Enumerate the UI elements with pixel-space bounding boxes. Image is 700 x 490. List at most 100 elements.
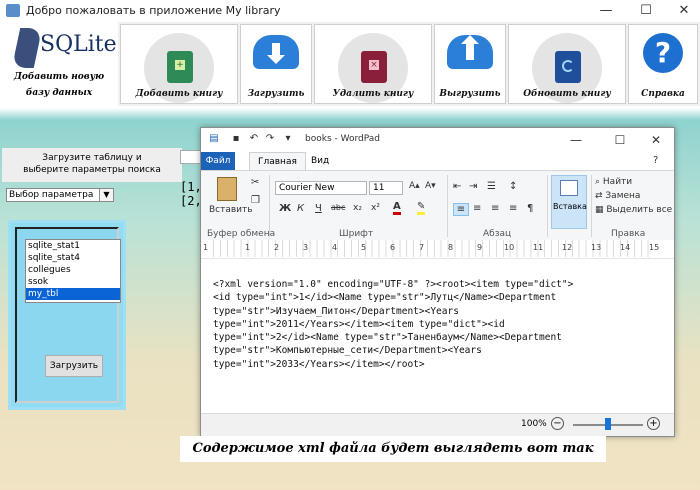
delete-book-button[interactable]: × Удалить книгу	[314, 24, 432, 104]
add-book-label: Добавить книгу	[135, 89, 223, 99]
wordpad-minimize-button[interactable]: —	[561, 130, 591, 150]
delete-book-label: Удалить книгу	[332, 89, 414, 99]
strikethrough-button[interactable]: abc	[331, 203, 345, 212]
zoom-in-button[interactable]: +	[647, 417, 660, 430]
line-spacing-icon[interactable]: ↕	[509, 181, 517, 192]
font-name-value: Courier New	[279, 183, 335, 193]
instruction-line2: выберите параметры поиска	[23, 165, 161, 175]
title-bar: Добро пожаловать в приложение My library…	[0, 0, 700, 23]
maximize-button[interactable]: ☐	[630, 0, 662, 22]
document-content[interactable]: <?xml version="1.0" encoding="UTF-8" ?><…	[213, 278, 663, 371]
highlight-icon[interactable]: ✎	[417, 201, 426, 215]
delete-book-icon: ×	[361, 51, 387, 83]
italic-button[interactable]: К	[297, 203, 304, 214]
app-icon	[6, 4, 20, 17]
font-color-icon[interactable]: A	[393, 201, 401, 215]
grow-font-icon[interactable]: A▴	[409, 181, 420, 191]
parameter-select-value: Выбор параметра	[9, 190, 94, 200]
font-name-box[interactable]: Courier New	[275, 181, 367, 195]
export-button[interactable]: Выгрузить	[434, 24, 506, 104]
app-toolbar: SQLite Добавить новую базу данных + Доба…	[0, 22, 700, 106]
subscript-button[interactable]: x₂	[353, 203, 362, 213]
tab-view[interactable]: Вид	[303, 152, 337, 170]
wordpad-window: ▤ ▪ ↶ ↷ ▾ books - WordPad — ☐ ✕ Файл Гла…	[200, 127, 675, 437]
table-panel-inner: sqlite_stat1 sqlite_stat4 collegues ssok…	[15, 227, 121, 403]
list-item-selected[interactable]: my_tbl	[26, 288, 120, 300]
wordpad-tabs: Файл Главная Вид ?	[201, 152, 674, 171]
upload-label: Загрузить	[247, 89, 305, 99]
superscript-button[interactable]: x²	[371, 203, 380, 213]
cut-icon[interactable]: ✂	[251, 177, 259, 188]
list-item[interactable]: sqlite_stat4	[26, 252, 120, 264]
quick-access-menu-icon[interactable]: ▾	[281, 132, 295, 146]
edit-group-label: Правка	[611, 229, 646, 239]
clipboard-group-label: Буфер обмена	[207, 229, 276, 239]
list-item[interactable]: ssok	[26, 276, 120, 288]
add-book-icon: +	[167, 51, 193, 83]
justify-icon[interactable]: ≡	[509, 203, 517, 214]
caption: Содержимое xml файла будет выглядеть вот…	[180, 436, 606, 462]
list-item[interactable]: sqlite_stat1	[26, 240, 120, 252]
insert-label: Вставка	[553, 202, 587, 211]
font-group-label: Шрифт	[339, 229, 374, 239]
help-icon[interactable]: ?	[653, 155, 658, 166]
add-book-button[interactable]: + Добавить книгу	[120, 24, 238, 104]
replace-label: Замена	[605, 191, 641, 201]
sqlite-logo: SQLite	[40, 32, 117, 57]
load-instructions: Загрузите таблицу и выберите параметры п…	[2, 148, 182, 182]
shrink-font-icon[interactable]: A▾	[425, 181, 436, 191]
replace-button[interactable]: ⇄ Замена	[595, 191, 640, 201]
zoom-level: 100%	[521, 419, 547, 429]
align-right-icon[interactable]: ≡	[491, 203, 499, 214]
find-button[interactable]: ⌕ Найти	[595, 177, 632, 187]
save-icon[interactable]: ▪	[229, 132, 243, 146]
zoom-slider-thumb[interactable]	[605, 418, 611, 430]
help-label: Справка	[641, 89, 685, 99]
wordpad-title: books - WordPad	[305, 134, 380, 144]
wordpad-maximize-button[interactable]: ☐	[605, 130, 635, 150]
font-size-box[interactable]: 11	[369, 181, 403, 195]
ruler: 1 1 2 3 4 5 6 7 8 9 10 11 12 13 14 15	[201, 240, 674, 259]
bold-button[interactable]: Ж	[279, 203, 291, 214]
wordpad-close-button[interactable]: ✕	[641, 130, 671, 150]
help-button[interactable]: ? Справка	[628, 24, 698, 104]
add-database-button[interactable]: SQLite Добавить новую базу данных	[0, 22, 118, 106]
wordpad-ribbon: Вставить ✂ ❐ Буфер обмена Courier New 11…	[201, 170, 674, 242]
tab-home[interactable]: Главная	[249, 152, 306, 171]
select-all-button[interactable]: ▦ Выделить все	[595, 205, 672, 215]
upload-button[interactable]: Загрузить	[240, 24, 312, 104]
align-left-icon[interactable]: ≡	[453, 203, 469, 216]
table-listbox[interactable]: sqlite_stat1 sqlite_stat4 collegues ssok…	[25, 239, 121, 303]
paragraph-group-label: Абзац	[483, 229, 512, 239]
update-book-button[interactable]: Обновить книгу	[508, 24, 626, 104]
status-bar: 100% − +	[201, 413, 674, 436]
parameter-select[interactable]: Выбор параметра ▼	[6, 188, 114, 202]
find-label: Найти	[602, 177, 633, 187]
decrease-indent-icon[interactable]: ⇤	[453, 181, 461, 192]
cloud-upload-icon	[447, 35, 493, 69]
increase-indent-icon[interactable]: ⇥	[469, 181, 477, 192]
paste-button[interactable]: Вставить	[209, 205, 253, 215]
help-icon: ?	[643, 33, 683, 73]
copy-icon[interactable]: ❐	[251, 195, 260, 206]
paste-icon[interactable]	[217, 177, 237, 201]
bullets-icon[interactable]: ☰	[487, 181, 496, 192]
zoom-out-button[interactable]: −	[551, 417, 564, 430]
tab-file[interactable]: Файл	[201, 152, 235, 170]
paragraph-settings-icon[interactable]: ¶	[527, 203, 533, 214]
insert-button[interactable]: Вставка	[551, 175, 587, 229]
load-table-button[interactable]: Загрузить	[45, 355, 103, 377]
update-book-icon	[555, 51, 581, 83]
align-center-icon[interactable]: ≡	[473, 203, 481, 214]
picture-icon	[560, 180, 578, 196]
minimize-button[interactable]: —	[590, 0, 622, 22]
table-panel: sqlite_stat1 sqlite_stat4 collegues ssok…	[8, 220, 126, 410]
chevron-down-icon[interactable]: ▼	[99, 189, 113, 201]
redo-icon[interactable]: ↷	[263, 132, 277, 146]
undo-icon[interactable]: ↶	[247, 132, 261, 146]
select-all-label: Выделить все	[606, 205, 673, 215]
add-database-line2: базу данных	[25, 88, 93, 98]
close-button[interactable]: ✕	[668, 0, 700, 22]
list-item[interactable]: collegues	[26, 264, 120, 276]
underline-button[interactable]: Ч	[315, 203, 322, 214]
